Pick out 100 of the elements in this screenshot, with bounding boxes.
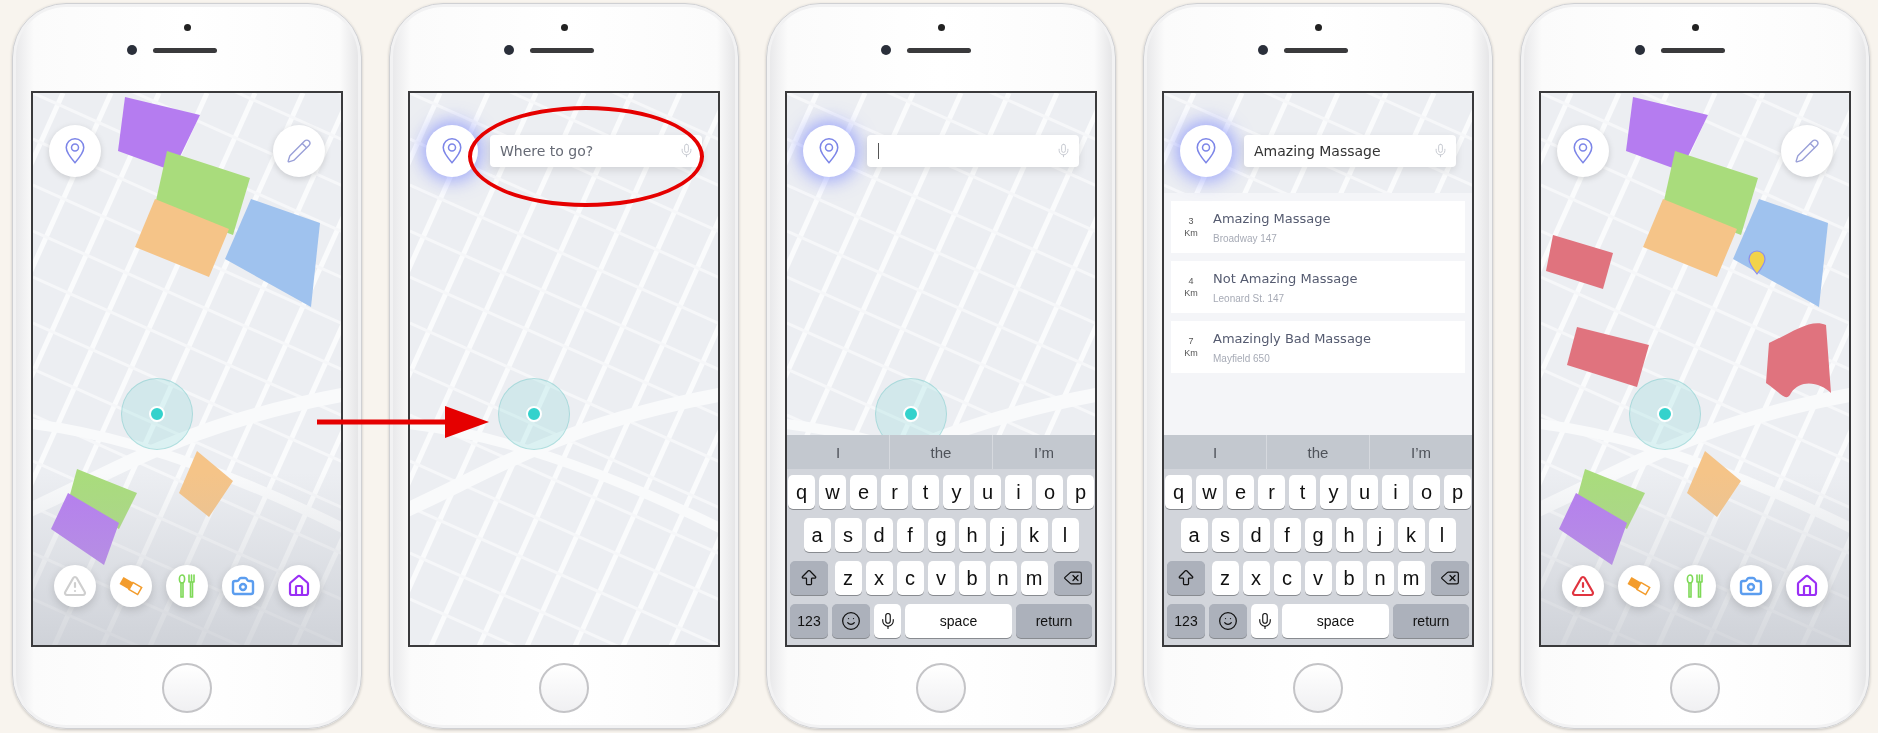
pencil-icon bbox=[1794, 138, 1820, 164]
search-field[interactable] bbox=[867, 135, 1079, 167]
place-name: Amazingly Bad Massage bbox=[1213, 330, 1372, 346]
return-key[interactable]: return bbox=[1016, 604, 1092, 638]
home-button[interactable] bbox=[1293, 663, 1343, 713]
letter-key[interactable]: m bbox=[1397, 561, 1425, 595]
letter-key[interactable]: j bbox=[1366, 518, 1394, 552]
letter-key[interactable]: q bbox=[1165, 475, 1192, 509]
place-address: Broadway 147 bbox=[1213, 232, 1278, 244]
letter-key[interactable]: o bbox=[1413, 475, 1440, 509]
letter-key[interactable]: h bbox=[958, 518, 986, 552]
shift-icon bbox=[1176, 568, 1196, 588]
result-item[interactable]: 4 Km Not Amazing Massage Leonard St. 147 bbox=[1171, 261, 1465, 313]
suggestion[interactable]: I’m bbox=[1370, 435, 1472, 469]
letter-key[interactable]: k bbox=[1397, 518, 1425, 552]
space-key[interactable]: space bbox=[905, 604, 1012, 638]
return-key[interactable]: return bbox=[1393, 604, 1469, 638]
letter-key[interactable]: s bbox=[834, 518, 862, 552]
letter-key[interactable]: y bbox=[1320, 475, 1347, 509]
mic-icon bbox=[1056, 143, 1071, 158]
distance-value: 3 bbox=[1188, 216, 1194, 226]
letter-key[interactable]: f bbox=[896, 518, 924, 552]
letter-key[interactable]: v bbox=[927, 561, 955, 595]
letter-key[interactable]: c bbox=[1273, 561, 1301, 595]
front-camera bbox=[1258, 45, 1268, 55]
letter-key[interactable]: x bbox=[865, 561, 893, 595]
letter-key[interactable]: i bbox=[1005, 475, 1032, 509]
result-item[interactable]: 7 Km Amazingly Bad Massage Mayfield 650 bbox=[1171, 321, 1465, 373]
place-name: Amazing Massage bbox=[1213, 210, 1331, 226]
pencil-icon bbox=[286, 138, 312, 164]
letter-key[interactable]: a bbox=[1180, 518, 1208, 552]
speaker-slot bbox=[153, 47, 217, 53]
letter-key[interactable]: f bbox=[1273, 518, 1301, 552]
letter-key[interactable]: n bbox=[1366, 561, 1394, 595]
letter-key[interactable]: e bbox=[1227, 475, 1254, 509]
letter-key[interactable]: u bbox=[1351, 475, 1378, 509]
letter-key[interactable]: a bbox=[803, 518, 831, 552]
space-key[interactable]: space bbox=[1282, 604, 1389, 638]
letter-key[interactable]: i bbox=[1382, 475, 1409, 509]
letter-key[interactable]: l bbox=[1051, 518, 1079, 552]
shift-key[interactable] bbox=[1167, 561, 1205, 595]
speaker-slot bbox=[1661, 47, 1725, 53]
letter-key[interactable]: d bbox=[865, 518, 893, 552]
suggestion[interactable]: I’m bbox=[993, 435, 1095, 469]
letter-key[interactable]: w bbox=[819, 475, 846, 509]
home-button[interactable] bbox=[162, 663, 212, 713]
delete-key[interactable] bbox=[1431, 561, 1469, 595]
letter-key[interactable]: n bbox=[989, 561, 1017, 595]
letter-key[interactable]: d bbox=[1242, 518, 1270, 552]
letter-key[interactable]: c bbox=[896, 561, 924, 595]
letter-key[interactable]: z bbox=[834, 561, 862, 595]
letter-key[interactable]: q bbox=[788, 475, 815, 509]
letter-key[interactable]: b bbox=[1335, 561, 1363, 595]
distance-unit: Km bbox=[1184, 348, 1198, 358]
distance-unit: Km bbox=[1184, 228, 1198, 238]
suggestion[interactable]: I bbox=[1164, 435, 1267, 469]
letter-key[interactable]: g bbox=[927, 518, 955, 552]
letter-key[interactable]: k bbox=[1020, 518, 1048, 552]
letter-key[interactable]: g bbox=[1304, 518, 1332, 552]
letter-key[interactable]: l bbox=[1428, 518, 1456, 552]
letter-key[interactable]: t bbox=[1289, 475, 1316, 509]
letter-key[interactable]: z bbox=[1211, 561, 1239, 595]
suggestion[interactable]: I bbox=[787, 435, 890, 469]
front-camera bbox=[1635, 45, 1645, 55]
letter-key[interactable]: o bbox=[1036, 475, 1063, 509]
home-button[interactable] bbox=[1670, 663, 1720, 713]
numbers-key[interactable]: 123 bbox=[790, 604, 828, 638]
numbers-key[interactable]: 123 bbox=[1167, 604, 1205, 638]
letter-key[interactable]: m bbox=[1020, 561, 1048, 595]
smiley-icon bbox=[841, 611, 861, 631]
shift-key[interactable] bbox=[790, 561, 828, 595]
dictation-key[interactable] bbox=[1251, 604, 1278, 638]
delete-key[interactable] bbox=[1054, 561, 1092, 595]
distance-unit: Km bbox=[1184, 288, 1198, 298]
letter-key[interactable]: v bbox=[1304, 561, 1332, 595]
letter-key[interactable]: b bbox=[958, 561, 986, 595]
search-field[interactable]: Amazing Massage bbox=[1244, 135, 1456, 167]
emoji-key[interactable] bbox=[1209, 604, 1247, 638]
letter-key[interactable]: j bbox=[989, 518, 1017, 552]
emoji-key[interactable] bbox=[832, 604, 870, 638]
letter-key[interactable]: w bbox=[1196, 475, 1223, 509]
suggestion[interactable]: the bbox=[890, 435, 993, 469]
letter-key[interactable]: x bbox=[1242, 561, 1270, 595]
letter-key[interactable]: s bbox=[1211, 518, 1239, 552]
suggestion[interactable]: the bbox=[1267, 435, 1370, 469]
letter-key[interactable]: p bbox=[1067, 475, 1094, 509]
letter-key[interactable]: u bbox=[974, 475, 1001, 509]
letter-key[interactable]: y bbox=[943, 475, 970, 509]
home-button[interactable] bbox=[916, 663, 966, 713]
distance-value: 4 bbox=[1188, 276, 1194, 286]
letter-key[interactable]: r bbox=[1258, 475, 1285, 509]
result-item[interactable]: 3 Km Amazing Massage Broadway 147 bbox=[1171, 201, 1465, 253]
home-button[interactable] bbox=[539, 663, 589, 713]
dictation-key[interactable] bbox=[874, 604, 901, 638]
letter-key[interactable]: e bbox=[850, 475, 877, 509]
search-field[interactable]: Where to go? bbox=[490, 135, 702, 167]
letter-key[interactable]: h bbox=[1335, 518, 1363, 552]
letter-key[interactable]: r bbox=[881, 475, 908, 509]
letter-key[interactable]: p bbox=[1444, 475, 1471, 509]
letter-key[interactable]: t bbox=[912, 475, 939, 509]
